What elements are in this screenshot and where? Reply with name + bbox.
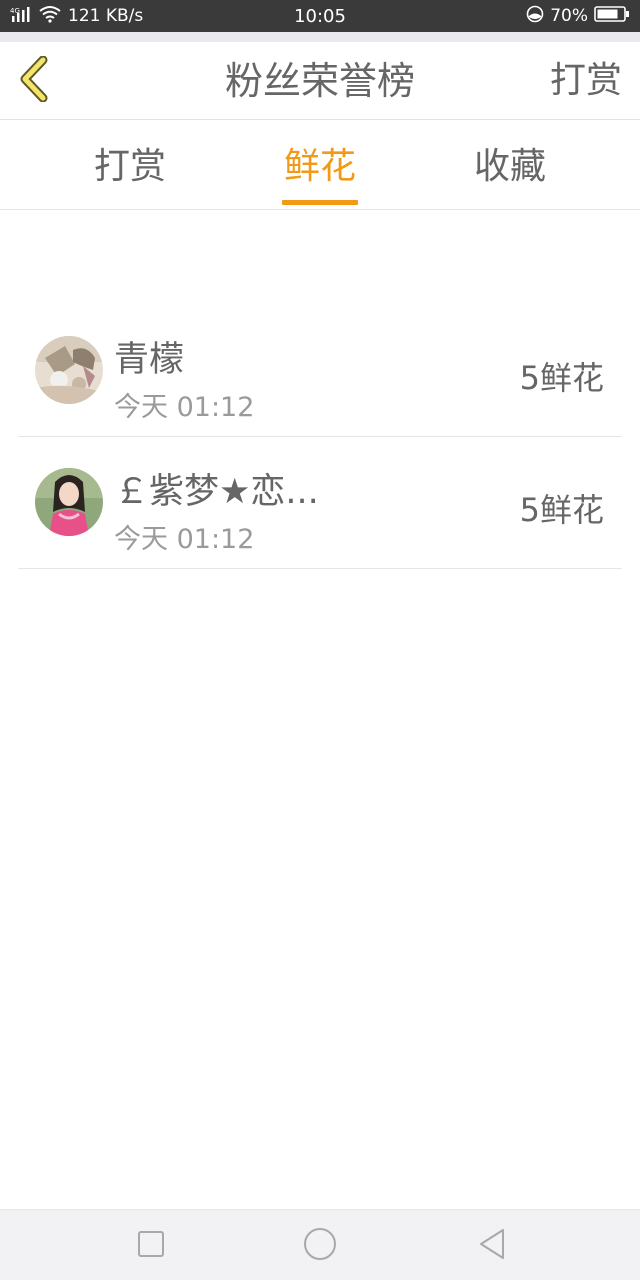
tab-reward[interactable]: 打赏 [60, 121, 200, 210]
square-icon [137, 1230, 165, 1262]
tab-active-indicator [282, 200, 358, 205]
system-nav-bar [0, 1209, 640, 1280]
circle-icon [303, 1227, 337, 1265]
chevron-left-icon [17, 55, 51, 106]
list-item[interactable]: 青檬 今天 01:12 5鲜花 [18, 305, 622, 437]
app-header: 粉丝荣誉榜 打赏 [0, 42, 640, 120]
flower-count: 5鲜花 [519, 491, 604, 529]
tab-flowers[interactable]: 鲜花 [250, 121, 390, 210]
triangle-back-icon [477, 1228, 507, 1264]
reward-button[interactable]: 打赏 [550, 42, 622, 120]
flower-count: 5鲜花 [519, 359, 604, 397]
home-button[interactable] [300, 1226, 340, 1266]
network-speed: 121 KB/s [68, 6, 144, 26]
status-bar: 4G 121 KB/s 10:05 70% [0, 0, 640, 32]
tab-bar: 打赏 鲜花 收藏 [0, 121, 640, 210]
page-title: 粉丝荣誉榜 [224, 59, 415, 103]
status-bar-separator [0, 32, 640, 42]
status-left: 4G 121 KB/s [10, 5, 250, 28]
fan-time: 今天 01:12 [114, 392, 255, 423]
tab-favorites[interactable]: 收藏 [440, 121, 580, 210]
status-right: 70% [526, 5, 630, 28]
wifi-icon [38, 5, 62, 28]
moon-icon [526, 5, 544, 28]
avatar [35, 468, 103, 536]
battery-icon [594, 5, 630, 28]
back-button[interactable] [14, 55, 54, 106]
system-back-button[interactable] [472, 1226, 512, 1266]
list-item[interactable]: ￡紫梦★恋... 今天 01:12 5鲜花 [18, 437, 622, 569]
avatar [35, 336, 103, 404]
cell-signal-icon: 4G [10, 5, 32, 28]
fan-name: ￡紫梦★恋... [114, 472, 319, 512]
fan-name: 青檬 [114, 340, 185, 380]
recent-apps-button[interactable] [131, 1226, 171, 1266]
fan-time: 今天 01:12 [114, 524, 255, 555]
battery-percent: 70% [550, 6, 588, 26]
